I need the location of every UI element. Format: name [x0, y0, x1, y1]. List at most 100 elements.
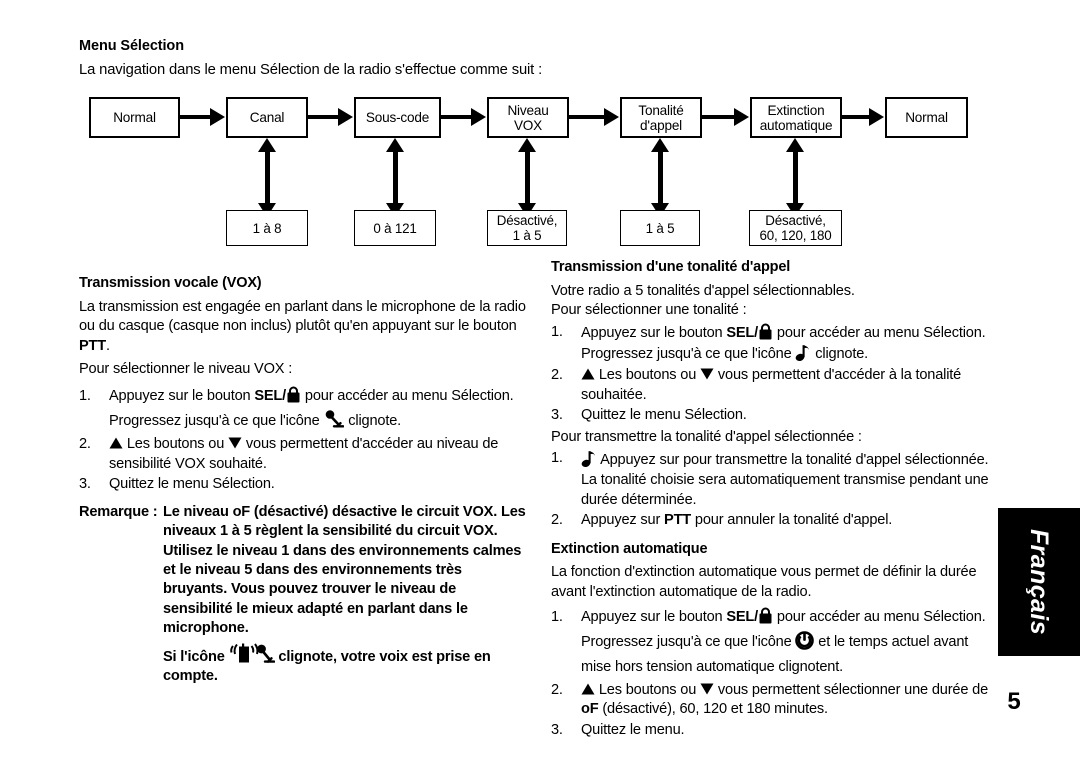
down-triangle-icon	[228, 437, 242, 449]
auto-off-heading: Extinction automatique	[551, 540, 708, 557]
flow-arrow-shaft-vertical	[265, 145, 270, 210]
step-text: pour annuler la tonalité d'appel.	[691, 512, 893, 529]
flow-subbox-sous-code-range: 0 à 121	[354, 210, 436, 246]
tone-heading: Transmission d'une tonalité d'appel	[551, 259, 791, 275]
flow-arrow-shaft	[842, 115, 870, 119]
language-tab: Français	[998, 508, 1080, 656]
flow-box-niveau-vox: Niveau VOX	[487, 97, 569, 138]
flow-box-sous-code: Sous-code	[354, 97, 441, 138]
list-item: 1. Appuyez sur le bouton SEL/ pour accéde…	[551, 323, 996, 365]
step-text: Appuyez sur le bouton	[581, 324, 727, 341]
step-text: Quittez le menu Sélection.	[109, 476, 275, 493]
vox-steps-list: 1. Appuyez sur le bouton SEL/ pour accéde…	[79, 384, 527, 495]
step-text: Appuyez sur	[581, 512, 665, 529]
flow-arrow-head	[338, 108, 353, 126]
flow-box-label: d'appel	[639, 117, 683, 133]
vox-heading: Transmission vocale (VOX)	[79, 275, 262, 291]
flow-arrow-head	[869, 108, 884, 126]
list-number: 1.	[551, 450, 563, 467]
flow-arrow-shaft	[308, 115, 340, 119]
flow-arrow-head-up	[518, 138, 536, 152]
flow-arrow-shaft-vertical	[658, 145, 663, 210]
list-number: 3.	[551, 407, 563, 424]
flow-arrow-shaft	[702, 115, 735, 119]
sel-button-bold: SEL/	[726, 608, 759, 625]
flow-subbox-tonalite-range: 1 à 5	[620, 210, 700, 246]
vox-select-intro: Pour sélectionner le niveau VOX :	[79, 361, 293, 378]
list-number: 3.	[551, 721, 563, 738]
tone-intro-2: Pour sélectionner une tonalité :	[551, 302, 747, 319]
flow-box-label: Normal	[905, 110, 948, 125]
flow-arrow-head	[210, 108, 225, 126]
flow-arrow-head	[734, 108, 749, 126]
flow-subbox-extinction-range: Désactivé, 60, 120, 180	[749, 210, 842, 246]
flow-box-normal-end: Normal	[885, 97, 968, 138]
up-triangle-icon	[581, 683, 595, 695]
manual-page: Menu Sélection La navigation dans le men…	[0, 0, 1080, 763]
lock-icon	[758, 323, 773, 340]
flow-arrow-head-up	[258, 138, 276, 152]
menu-selection-intro-text: La navigation dans le menu Sélection de …	[79, 62, 543, 78]
list-item: 1. Appuyez sur le bouton SEL/ pour accéde…	[551, 605, 996, 680]
tone-transmit-steps-list: 1. Appuyez sur pour transmettre la tonal…	[551, 449, 996, 530]
flow-box-label: Tonalité	[638, 102, 684, 118]
flow-arrow-shaft-vertical	[793, 145, 798, 210]
flow-box-label: Niveau	[507, 102, 549, 118]
step-text: Les boutons ou	[595, 681, 701, 698]
flow-arrow-shaft-vertical	[525, 145, 530, 210]
ptt-bold: PTT	[79, 337, 107, 354]
flow-arrow-shaft-vertical	[393, 145, 398, 210]
tone-steps-list: 1. Appuyez sur le bouton SEL/ pour accéde…	[551, 323, 996, 426]
flow-box-extinction-automatique: Extinction automatique	[750, 97, 842, 138]
list-item: 3. Quittez le menu Sélection.	[551, 406, 996, 426]
up-triangle-icon	[109, 437, 123, 449]
list-number: 2.	[551, 512, 563, 529]
flow-box-label: Extinction	[767, 102, 825, 118]
step-text: Les boutons ou	[595, 366, 701, 383]
tone-intro-1: Votre radio a 5 tonalités d'appel sélect…	[551, 282, 855, 299]
list-number: 1.	[551, 608, 563, 625]
step-text: Quittez le menu.	[581, 721, 685, 738]
flow-subbox-label: Désactivé,	[496, 213, 558, 228]
flow-subbox-label: 1 à 5	[645, 220, 675, 236]
flow-arrow-head-up	[651, 138, 669, 152]
music-note-icon	[795, 343, 811, 362]
flow-box-label: Sous-code	[365, 110, 430, 125]
flow-box-label: automatique	[759, 117, 833, 133]
flow-arrow-head	[604, 108, 619, 126]
vox-intro-end: .	[106, 337, 110, 354]
flow-arrow-shaft	[441, 115, 473, 119]
auto-off-steps-list: 1. Appuyez sur le bouton SEL/ pour accéde…	[551, 605, 996, 741]
flow-arrow-shaft	[569, 115, 605, 119]
list-item: 2. Les boutons ou vous permettent sélect…	[551, 681, 996, 720]
list-item: 3. Quittez le menu.	[551, 721, 996, 741]
step-text: clignote.	[344, 412, 402, 429]
step-text: Les boutons ou	[123, 435, 229, 452]
flow-subbox-label: 1 à 5	[512, 228, 542, 243]
left-column: Transmission vocale (VOX) La transmissio…	[79, 274, 527, 686]
list-item: 3. Quittez le menu Sélection.	[79, 475, 527, 495]
vox-intro-paragraph: La transmission est engagée en parlant d…	[79, 298, 527, 357]
music-note-icon	[581, 449, 597, 468]
flow-box-label: Canal	[249, 110, 285, 125]
auto-off-intro: La fonction d'extinction automatique vou…	[551, 564, 977, 600]
flow-arrow-head-up	[786, 138, 804, 152]
flow-box-canal: Canal	[226, 97, 308, 138]
menu-selection-heading: Menu Sélection	[79, 38, 184, 54]
flow-box-normal-start: Normal	[89, 97, 180, 138]
sel-button-bold: SEL/	[726, 324, 759, 341]
flow-subbox-label: 60, 120, 180	[759, 228, 832, 243]
remark-label: Remarque :	[79, 503, 158, 520]
right-column: Transmission d'une tonalité d'appel Votr…	[551, 258, 996, 742]
list-number: 1.	[79, 387, 91, 404]
step-text: Appuyez sur le bouton	[581, 608, 727, 625]
flow-box-label: Normal	[113, 110, 156, 125]
step-text: (désactivé), 60, 120 et 180 minutes.	[598, 701, 828, 718]
list-item: 1. Appuyez sur le bouton SEL/ pour accéde…	[79, 384, 527, 434]
list-item: 1. Appuyez sur pour transmettre la tonal…	[551, 449, 996, 510]
list-item: 2. Les boutons ou vous permettent d'accé…	[79, 435, 527, 474]
step-text: Appuyez sur pour transmettre la tonalité…	[581, 452, 989, 508]
tone-transmit-intro: Pour transmettre la tonalité d'appel sél…	[551, 428, 862, 445]
step-text: Appuyez sur le bouton	[109, 387, 255, 404]
step-text: vous permettent sélectionner une durée d…	[714, 681, 989, 698]
